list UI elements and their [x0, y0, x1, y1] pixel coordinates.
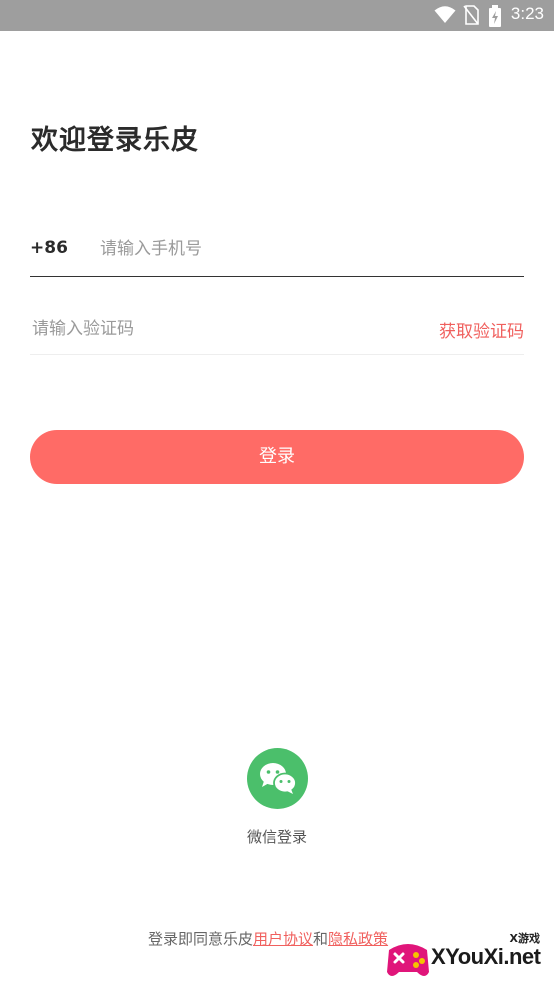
wifi-icon: [434, 5, 456, 29]
phone-row: +86: [30, 222, 524, 277]
site-watermark: X游戏 XYouXi.net: [383, 930, 554, 986]
login-page: 3:23 欢迎登录乐皮 +86 获取验证码 登录 微信登录 登录即同意乐皮用户协…: [0, 0, 554, 986]
no-sim-icon: [463, 5, 479, 29]
login-button[interactable]: 登录: [30, 430, 524, 484]
verification-row: 获取验证码: [30, 300, 524, 355]
wechat-icon: [260, 763, 297, 794]
agreement-text: 登录即同意乐皮用户协议和隐私政策: [148, 928, 388, 949]
wechat-login-button[interactable]: [247, 748, 308, 809]
agreement-and: 和: [313, 930, 329, 948]
status-time: 3:23: [510, 4, 544, 23]
phone-input[interactable]: [98, 234, 502, 264]
user-agreement-link[interactable]: 用户协议: [253, 930, 313, 948]
wechat-login-label: 微信登录: [246, 828, 307, 846]
gamepad-logo-icon: [387, 944, 429, 976]
battery-charging-icon: [488, 5, 502, 31]
agreement-prefix: 登录即同意乐皮: [148, 930, 254, 948]
get-code-button[interactable]: 获取验证码: [439, 317, 524, 342]
watermark-text: XYouXi.net: [431, 944, 541, 969]
status-bar: 3:23: [0, 0, 554, 31]
privacy-policy-link[interactable]: 隐私政策: [328, 930, 388, 948]
page-title: 欢迎登录乐皮: [31, 125, 199, 156]
verification-code-input[interactable]: [30, 314, 394, 344]
country-code[interactable]: +86: [30, 238, 68, 258]
